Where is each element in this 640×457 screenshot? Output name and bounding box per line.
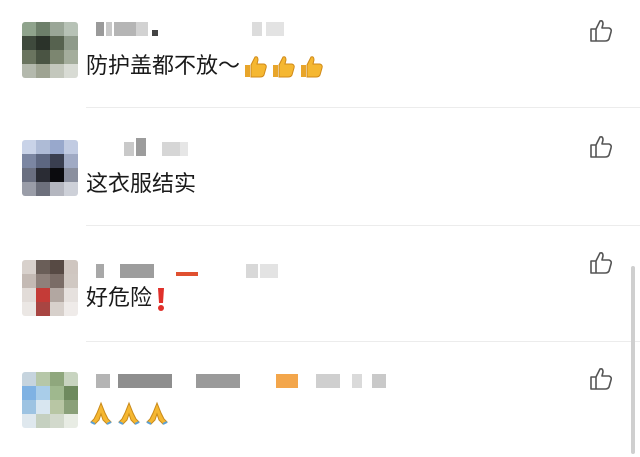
thumbs-up-outline-icon bbox=[590, 136, 613, 158]
divider bbox=[86, 225, 640, 226]
like-button[interactable] bbox=[588, 134, 614, 160]
folded-hands-emoji bbox=[118, 401, 140, 425]
scrollbar[interactable] bbox=[631, 266, 635, 454]
thumbs-up-outline-icon bbox=[590, 368, 613, 390]
like-button[interactable] bbox=[588, 18, 614, 44]
comment-text bbox=[86, 398, 172, 428]
comment-text: 防护盖都不放～ bbox=[86, 52, 326, 82]
avatar[interactable] bbox=[22, 372, 78, 428]
comment-text: 好危险 bbox=[86, 284, 170, 314]
thumbs-up-outline-icon bbox=[590, 252, 613, 274]
comment-text-content: 防护盖都不放～ bbox=[86, 54, 241, 79]
emoji-group bbox=[88, 398, 172, 428]
like-button[interactable] bbox=[588, 366, 614, 392]
emoji-group bbox=[242, 52, 326, 82]
comments-screen: 防护盖都不放～ 这衣服结实 好危险 bbox=[0, 0, 640, 457]
comment-text-content: 这衣服结实 bbox=[86, 172, 197, 197]
like-button[interactable] bbox=[588, 250, 614, 276]
emoji-group bbox=[154, 284, 170, 314]
comment-text-content: 好危险 bbox=[86, 286, 153, 311]
comment-text: 这衣服结实 bbox=[86, 170, 196, 200]
avatar[interactable] bbox=[22, 140, 78, 196]
thumbs-up-emoji bbox=[273, 56, 295, 78]
folded-hands-emoji bbox=[146, 401, 168, 425]
avatar[interactable] bbox=[22, 260, 78, 316]
thumbs-up-emoji bbox=[245, 56, 267, 78]
divider bbox=[86, 107, 640, 108]
comment-item: 这衣服结实 bbox=[0, 116, 640, 232]
red-exclamation-emoji bbox=[158, 288, 165, 311]
comment-item: 好危险 bbox=[0, 232, 640, 348]
thumbs-up-outline-icon bbox=[590, 20, 613, 42]
comment-item: 防护盖都不放～ bbox=[0, 0, 640, 116]
divider bbox=[86, 341, 640, 342]
comment-item bbox=[0, 348, 640, 457]
thumbs-up-emoji bbox=[301, 56, 323, 78]
folded-hands-emoji bbox=[90, 401, 112, 425]
avatar[interactable] bbox=[22, 22, 78, 78]
